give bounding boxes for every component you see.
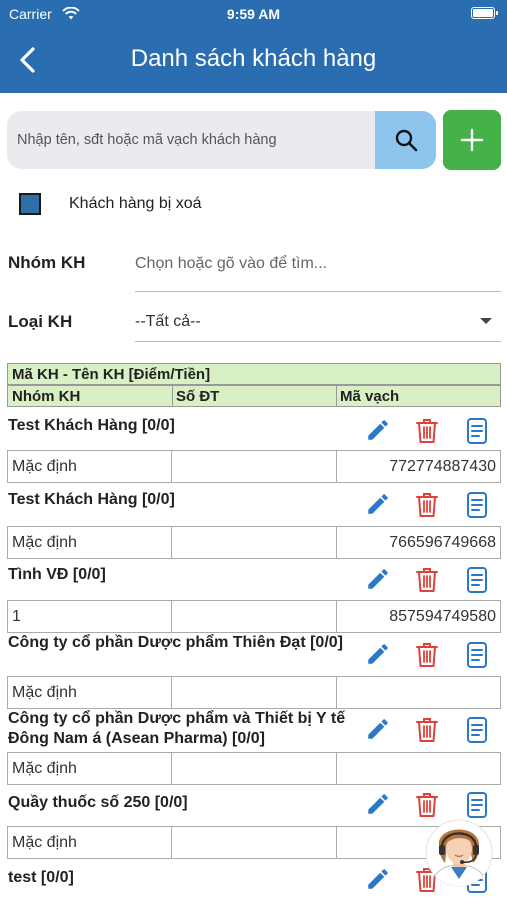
pencil-icon bbox=[368, 569, 388, 589]
edit-button[interactable] bbox=[365, 641, 391, 672]
customer-group-cell: 1 bbox=[7, 600, 172, 633]
detail-button[interactable] bbox=[465, 566, 489, 599]
edit-button[interactable] bbox=[365, 791, 391, 822]
document-icon bbox=[467, 567, 487, 593]
battery-icon bbox=[471, 7, 498, 19]
customer-barcode-cell bbox=[336, 676, 501, 709]
customer-name: Test Khách Hàng [0/0] bbox=[8, 417, 175, 434]
customer-group-cell: Mặc định bbox=[7, 450, 172, 483]
customer-name: Test Khách Hàng [0/0] bbox=[8, 491, 175, 508]
customer-barcode-cell-text: 766596749668 bbox=[389, 534, 496, 551]
customer-barcode-cell: 857594749580 bbox=[336, 600, 501, 633]
customer-barcode-cell: 772774887430 bbox=[336, 450, 501, 483]
customer-group-cell: Mặc định bbox=[7, 752, 172, 785]
delete-button[interactable] bbox=[414, 716, 440, 749]
group-filter-input[interactable]: Chọn hoặc gõ vào để tìm... bbox=[135, 255, 501, 273]
document-icon bbox=[467, 717, 487, 743]
trash-icon bbox=[416, 568, 438, 592]
detail-button[interactable] bbox=[465, 491, 489, 524]
pencil-icon bbox=[368, 719, 388, 739]
delete-button[interactable] bbox=[414, 417, 440, 450]
pencil-icon bbox=[368, 420, 388, 440]
pencil-icon bbox=[368, 644, 388, 664]
detail-button[interactable] bbox=[465, 641, 489, 674]
customer-group-cell: Mặc định bbox=[7, 826, 172, 859]
customer-name: Tình VĐ [0/0] bbox=[8, 566, 106, 583]
group-filter-underline bbox=[135, 291, 501, 292]
clock: 9:59 AM bbox=[226, 6, 281, 22]
customer-group-cell: Mặc định bbox=[7, 526, 172, 559]
type-filter-label: Loại KH bbox=[8, 312, 73, 331]
customer-group-cell-text: Mặc định bbox=[12, 534, 77, 551]
deleted-customers-label: Khách hàng bị xoá bbox=[69, 195, 202, 212]
type-filter-underline bbox=[135, 341, 501, 342]
trash-icon bbox=[416, 718, 438, 742]
deleted-customers-checkbox[interactable] bbox=[19, 193, 41, 215]
customer-phone-cell bbox=[171, 676, 337, 709]
header-group: Nhóm KH bbox=[12, 388, 81, 405]
customer-name: test [0/0] bbox=[8, 869, 74, 886]
type-filter-select[interactable]: --Tất cả-- bbox=[135, 313, 501, 331]
customer-barcode-cell bbox=[336, 752, 501, 785]
customer-barcode-cell-text: 772774887430 bbox=[389, 458, 496, 475]
customer-phone-cell bbox=[171, 752, 337, 785]
customer-barcode-cell-text: 857594749580 bbox=[389, 608, 496, 625]
customer-support-avatar[interactable] bbox=[425, 815, 493, 887]
customer-name: Quầy thuốc số 250 [0/0] bbox=[8, 794, 188, 811]
app-header: Carrier 9:59 AM Danh sách khách hàng bbox=[0, 0, 507, 93]
customer-barcode-cell: 766596749668 bbox=[336, 526, 501, 559]
pencil-icon bbox=[368, 869, 388, 889]
customer-group-cell-text: Mặc định bbox=[12, 834, 77, 851]
edit-button[interactable] bbox=[365, 716, 391, 747]
customer-group-cell-text: 1 bbox=[12, 608, 21, 625]
search-input[interactable]: Nhập tên, sđt hoặc mã vạch khách hàng bbox=[17, 132, 277, 148]
pencil-icon bbox=[368, 494, 388, 514]
chevron-down-icon[interactable] bbox=[480, 318, 492, 324]
header-code-name: Mã KH - Tên KH [Điểm/Tiền] bbox=[12, 366, 211, 383]
edit-button[interactable] bbox=[365, 866, 391, 897]
document-icon bbox=[467, 642, 487, 668]
search-button[interactable] bbox=[375, 111, 436, 169]
header-barcode: Mã vạch bbox=[340, 388, 400, 405]
table-header-row1: Mã KH - Tên KH [Điểm/Tiền] bbox=[7, 363, 501, 385]
detail-button[interactable] bbox=[465, 716, 489, 749]
header-phone: Số ĐT bbox=[176, 388, 220, 405]
delete-button[interactable] bbox=[414, 491, 440, 524]
group-filter-label: Nhóm KH bbox=[8, 253, 86, 272]
customer-phone-cell bbox=[171, 600, 337, 633]
table-header-row2: Nhóm KH Số ĐT Mã vạch bbox=[7, 385, 501, 407]
delete-button[interactable] bbox=[414, 566, 440, 599]
customer-phone-cell bbox=[171, 526, 337, 559]
trash-icon bbox=[416, 419, 438, 443]
edit-button[interactable] bbox=[365, 491, 391, 522]
customer-group-cell-text: Mặc định bbox=[12, 760, 77, 777]
detail-button[interactable] bbox=[465, 417, 489, 450]
trash-icon bbox=[416, 643, 438, 667]
customer-name: Công ty cổ phần Dược phẩm và Thiết bị Y … bbox=[8, 710, 346, 747]
document-icon bbox=[467, 492, 487, 518]
plus-icon bbox=[460, 128, 484, 152]
add-customer-button[interactable] bbox=[443, 110, 501, 170]
customer-phone-cell bbox=[171, 826, 337, 859]
pencil-icon bbox=[368, 794, 388, 814]
search-icon bbox=[395, 129, 418, 152]
customer-group-cell-text: Mặc định bbox=[12, 684, 77, 701]
customer-phone-cell bbox=[171, 450, 337, 483]
document-icon bbox=[467, 418, 487, 444]
edit-button[interactable] bbox=[365, 566, 391, 597]
trash-icon bbox=[416, 493, 438, 517]
edit-button[interactable] bbox=[365, 417, 391, 448]
customer-name: Công ty cổ phần Dược phẩm Thiên Đạt [0/0… bbox=[8, 634, 343, 651]
page-title: Danh sách khách hàng bbox=[130, 45, 377, 72]
customer-group-cell-text: Mặc định bbox=[12, 458, 77, 475]
status-bar: Carrier 9:59 AM bbox=[0, 4, 507, 26]
search-bar: Nhập tên, sđt hoặc mã vạch khách hàng bbox=[7, 111, 436, 169]
customer-group-cell: Mặc định bbox=[7, 676, 172, 709]
delete-button[interactable] bbox=[414, 641, 440, 674]
